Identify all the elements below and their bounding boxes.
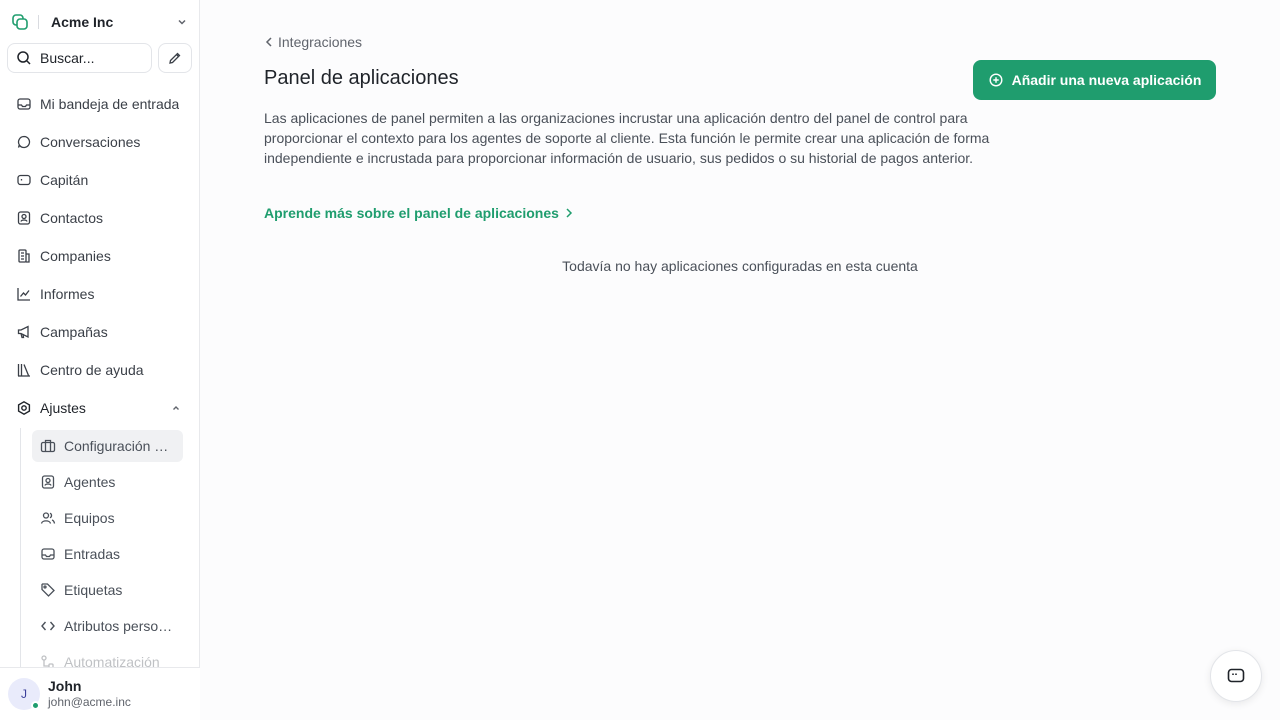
sidebar-item-settings[interactable]: Ajustes bbox=[8, 392, 192, 424]
sidebar-item-label: Ajustes bbox=[40, 400, 86, 416]
sidebar-item-label: Informes bbox=[40, 286, 95, 302]
chevron-up-icon bbox=[170, 401, 182, 417]
sidebar-item-label: Companies bbox=[40, 248, 111, 264]
megaphone-icon bbox=[16, 324, 32, 340]
tag-icon bbox=[40, 582, 56, 598]
sidebar-item-campaigns[interactable]: Campañas bbox=[8, 316, 192, 348]
account-switcher[interactable]: Acme Inc bbox=[8, 6, 192, 38]
add-new-app-button[interactable]: Añadir una nueva aplicación bbox=[973, 60, 1216, 100]
search-icon bbox=[16, 50, 32, 66]
page-title: Panel de aplicaciones bbox=[264, 67, 459, 89]
app-logo-icon bbox=[8, 10, 32, 34]
chat-bubble-icon bbox=[16, 134, 32, 150]
sidebar-item-label: Capitán bbox=[40, 172, 89, 188]
sidebar-item-label: Mi bandeja de entrada bbox=[40, 96, 180, 112]
user-profile[interactable]: J John john@acme.inc bbox=[0, 667, 200, 720]
sidebar-item-reports[interactable]: Informes bbox=[8, 278, 192, 310]
settings-subtree-line bbox=[20, 428, 21, 668]
search-input[interactable] bbox=[40, 50, 140, 66]
bot-icon bbox=[16, 172, 32, 188]
sidebar-item-custom-attributes[interactable]: Atributos personalizados bbox=[32, 610, 183, 642]
building-icon bbox=[16, 248, 32, 264]
online-status-dot bbox=[31, 701, 40, 710]
chevron-right-icon bbox=[565, 207, 573, 219]
compose-button[interactable] bbox=[158, 43, 192, 73]
settings-icon bbox=[16, 400, 32, 416]
avatar: J bbox=[8, 678, 40, 710]
learn-more-label: Aprende más sobre el panel de aplicacion… bbox=[264, 205, 559, 221]
inbox-tray-icon bbox=[40, 546, 56, 562]
sidebar-item-labels[interactable]: Etiquetas bbox=[32, 574, 183, 606]
divider bbox=[38, 15, 39, 29]
contact-card-icon bbox=[16, 210, 32, 226]
search-box[interactable] bbox=[7, 43, 152, 73]
sidebar-item-label: Equipos bbox=[64, 510, 115, 526]
sidebar: Acme Inc Mi bandeja de entrada Conversac… bbox=[0, 0, 200, 720]
sidebar-item-help-center[interactable]: Centro de ayuda bbox=[8, 354, 192, 386]
sidebar-item-label: Contactos bbox=[40, 210, 104, 226]
back-link[interactable]: Integraciones bbox=[264, 32, 362, 52]
sidebar-item-captain[interactable]: Capitán bbox=[8, 164, 192, 196]
back-link-label: Integraciones bbox=[278, 34, 363, 50]
learn-more-link[interactable]: Aprende más sobre el panel de aplicacion… bbox=[264, 203, 573, 223]
user-email: john@acme.inc bbox=[48, 695, 131, 709]
plus-circle-icon bbox=[988, 72, 1004, 88]
add-new-app-label: Añadir una nueva aplicación bbox=[1011, 72, 1202, 88]
sidebar-item-teams[interactable]: Equipos bbox=[32, 502, 183, 534]
code-icon bbox=[40, 618, 56, 634]
sidebar-item-label: Etiquetas bbox=[64, 582, 123, 598]
sidebar-item-conversations[interactable]: Conversaciones bbox=[8, 126, 192, 158]
empty-state-message: Todavía no hay aplicaciones configuradas… bbox=[562, 258, 918, 274]
sidebar-item-label: Conversaciones bbox=[40, 134, 141, 150]
sidebar-item-contacts[interactable]: Contactos bbox=[8, 202, 192, 234]
sidebar-item-label: Agentes bbox=[64, 474, 116, 490]
users-icon bbox=[40, 510, 56, 526]
library-icon bbox=[16, 362, 32, 378]
sidebar-item-label: Atributos personalizados bbox=[64, 618, 174, 634]
agent-icon bbox=[40, 474, 56, 490]
briefcase-icon bbox=[40, 438, 56, 454]
sidebar-item-label: Campañas bbox=[40, 324, 108, 340]
chevron-down-icon bbox=[172, 12, 192, 32]
sidebar-item-label: Centro de ayuda bbox=[40, 362, 144, 378]
chevron-left-icon bbox=[264, 36, 276, 48]
pencil-icon bbox=[168, 51, 182, 65]
sidebar-item-agents[interactable]: Agentes bbox=[32, 466, 183, 498]
user-name: John bbox=[48, 678, 82, 694]
inbox-icon bbox=[16, 96, 32, 112]
sidebar-item-companies[interactable]: Companies bbox=[8, 240, 192, 272]
chat-widget-button[interactable] bbox=[1210, 650, 1262, 702]
line-chart-icon bbox=[16, 286, 32, 302]
sidebar-item-inbox[interactable]: Mi bandeja de entrada bbox=[8, 88, 192, 120]
chat-widget-icon bbox=[1226, 666, 1246, 686]
page-description: Las aplicaciones de panel permiten a las… bbox=[264, 110, 990, 166]
avatar-initial: J bbox=[21, 687, 27, 701]
account-name: Acme Inc bbox=[51, 14, 114, 30]
sidebar-item-label: Configuración de la cuenta bbox=[64, 438, 174, 454]
sidebar-item-account-settings[interactable]: Configuración de la cuenta bbox=[32, 430, 183, 462]
sidebar-item-inboxes[interactable]: Entradas bbox=[32, 538, 183, 570]
sidebar-item-label: Entradas bbox=[64, 546, 121, 562]
